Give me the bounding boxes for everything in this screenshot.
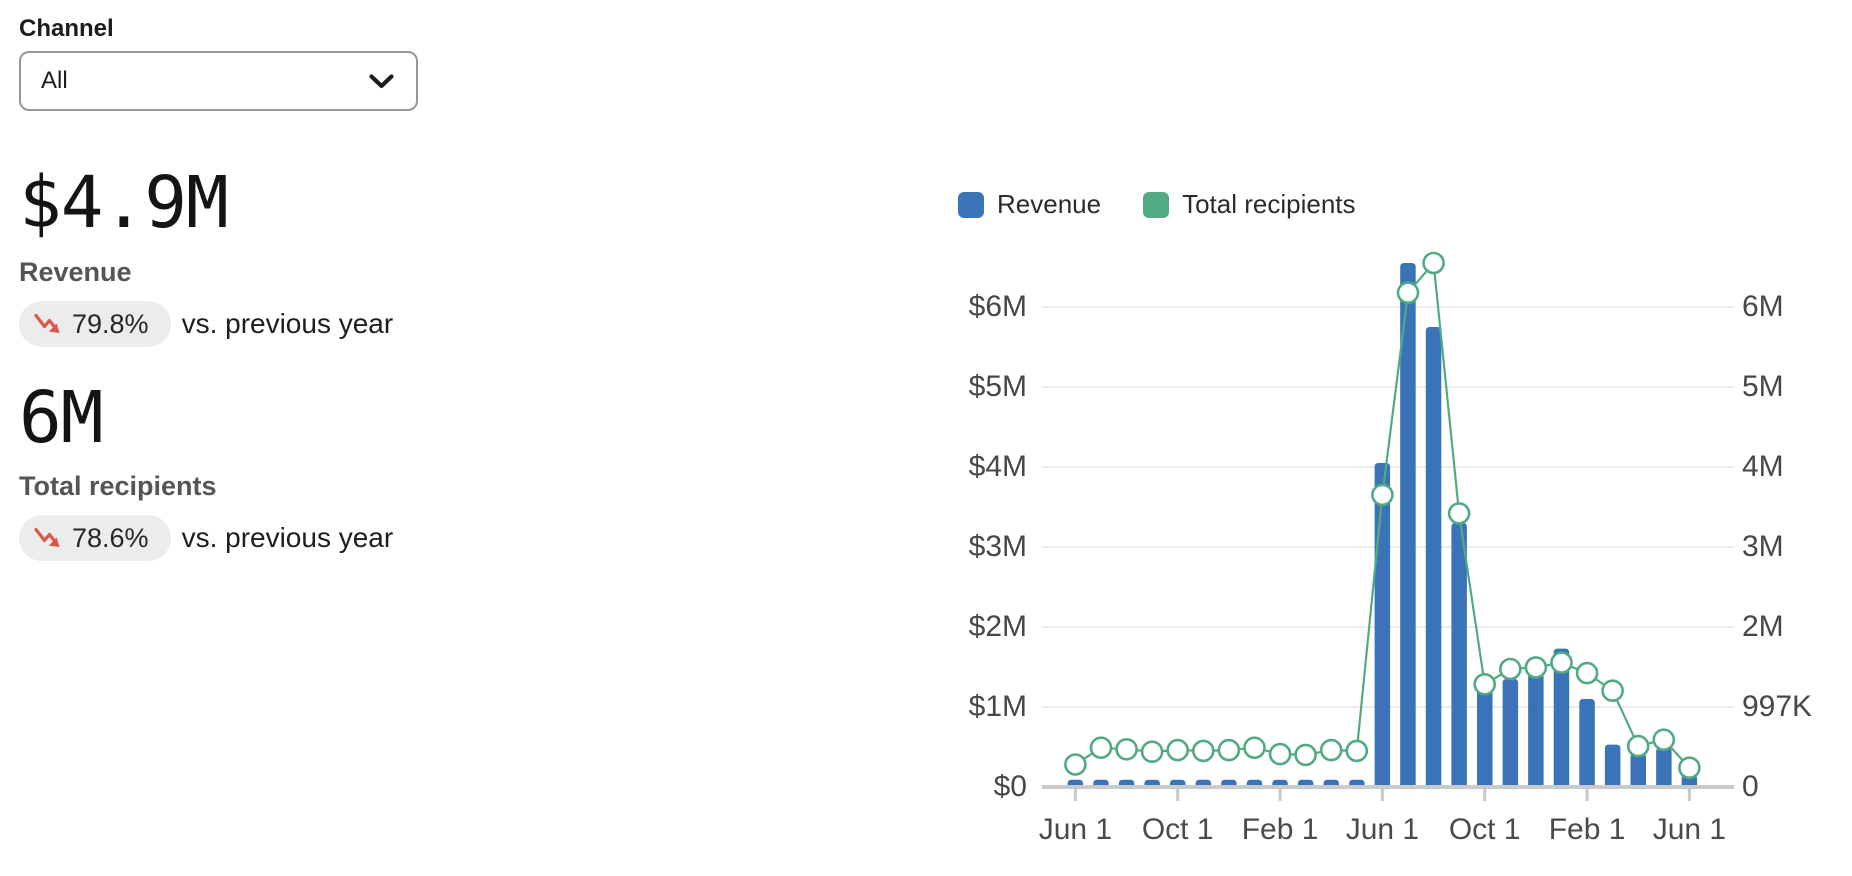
chart-bar[interactable]	[1503, 679, 1519, 789]
chart-point[interactable]	[1577, 663, 1597, 683]
chart-point[interactable]	[1347, 741, 1367, 761]
y-axis-left-label: $5M	[969, 369, 1027, 405]
y-axis-left-label: $6M	[969, 289, 1027, 325]
y-axis-left-label: $3M	[969, 529, 1027, 565]
y-axis-right-label: 0	[1742, 769, 1759, 805]
chart-point[interactable]	[1065, 755, 1085, 775]
chart-point[interactable]	[1142, 742, 1162, 762]
recipients-change-badge: 78.6%	[19, 515, 171, 561]
channel-label: Channel	[19, 15, 114, 43]
chart-bar[interactable]	[1477, 687, 1493, 789]
y-axis-right-label: 4M	[1742, 449, 1784, 485]
chart-bar[interactable]	[1451, 523, 1467, 789]
chart-bar[interactable]	[1375, 463, 1391, 789]
revenue-legend-swatch	[958, 192, 984, 218]
recipients-metric-value: 6M	[19, 381, 103, 455]
chart-point[interactable]	[1628, 736, 1648, 756]
y-axis-left-label: $1M	[969, 689, 1027, 725]
chart-plot	[1042, 215, 1752, 815]
revenue-metric-value: $4.9M	[19, 166, 228, 240]
chart-point[interactable]	[1449, 503, 1469, 523]
trend-down-arrow-icon	[33, 311, 63, 337]
chart-bar[interactable]	[1528, 673, 1544, 789]
chart-bar[interactable]	[1631, 753, 1647, 789]
y-axis-right-label: 3M	[1742, 529, 1784, 565]
revenue-change-value: 79.8%	[72, 309, 149, 340]
recipients-metric-label: Total recipients	[19, 470, 217, 502]
y-axis-left-labels: $0 $1M $2M $3M $4M $5M $6M	[880, 215, 1027, 815]
chart-point[interactable]	[1270, 744, 1290, 764]
chart-point[interactable]	[1245, 738, 1265, 758]
chart-point[interactable]	[1296, 745, 1316, 765]
revenue-metric-label: Revenue	[19, 256, 132, 288]
chart-point[interactable]	[1654, 730, 1674, 750]
chart-bar[interactable]	[1579, 699, 1595, 789]
chart-point[interactable]	[1219, 740, 1239, 760]
chart-point[interactable]	[1398, 283, 1418, 303]
recipients-legend-swatch	[1143, 192, 1169, 218]
y-axis-left-label: $4M	[969, 449, 1027, 485]
chart-point[interactable]	[1679, 758, 1699, 778]
chart-point[interactable]	[1475, 674, 1495, 694]
y-axis-right-labels: 0 997K 2M 3M 4M 5M 6M	[1742, 215, 1852, 815]
chart-bar[interactable]	[1605, 745, 1621, 789]
chart-bar[interactable]	[1426, 327, 1442, 789]
y-axis-right-label: 2M	[1742, 609, 1784, 645]
trend-down-arrow-icon	[33, 525, 63, 551]
recipients-change-value: 78.6%	[72, 523, 149, 554]
y-axis-right-label: 997K	[1742, 689, 1812, 725]
x-axis-labels: Jun 1Oct 1Feb 1Jun 1Oct 1Feb 1Jun 1	[1042, 810, 1802, 854]
chart-point[interactable]	[1091, 738, 1111, 758]
y-axis-left-label: $0	[994, 769, 1027, 805]
recipients-comparison-text: vs. previous year	[182, 522, 394, 554]
chevron-down-icon	[369, 74, 394, 89]
x-axis-label: Jun 1	[1619, 812, 1759, 848]
revenue-change-row: 79.8% vs. previous year	[19, 301, 393, 347]
chart-point[interactable]	[1193, 741, 1213, 761]
channel-select[interactable]: All	[19, 51, 418, 111]
recipients-change-row: 78.6% vs. previous year	[19, 515, 393, 561]
chart-point[interactable]	[1321, 740, 1341, 760]
chart-point[interactable]	[1552, 653, 1572, 673]
chart-point[interactable]	[1372, 485, 1392, 505]
chart-bar[interactable]	[1656, 748, 1672, 789]
chart-point[interactable]	[1603, 681, 1623, 701]
chart-point[interactable]	[1526, 657, 1546, 677]
revenue-change-badge: 79.8%	[19, 301, 171, 347]
channel-select-value: All	[41, 67, 68, 95]
revenue-comparison-text: vs. previous year	[182, 308, 394, 340]
chart-point[interactable]	[1117, 739, 1137, 759]
chart-point[interactable]	[1500, 659, 1520, 679]
y-axis-right-label: 5M	[1742, 369, 1784, 405]
y-axis-left-label: $2M	[969, 609, 1027, 645]
chart-point[interactable]	[1424, 253, 1444, 273]
chart-point[interactable]	[1168, 740, 1188, 760]
y-axis-right-label: 6M	[1742, 289, 1784, 325]
